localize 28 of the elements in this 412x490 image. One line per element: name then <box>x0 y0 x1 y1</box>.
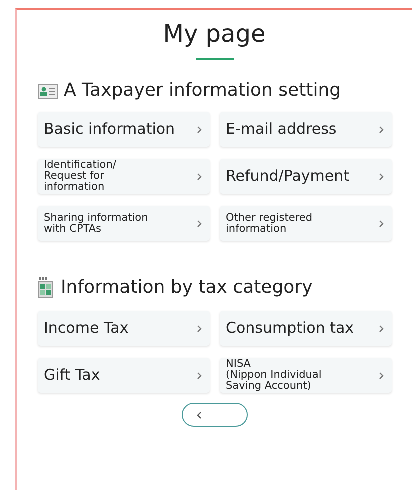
section-heading: Information by tax category <box>61 279 313 297</box>
menu-link[interactable]: Gift Tax <box>38 358 210 393</box>
section-heading: A Taxpayer information setting <box>64 82 342 100</box>
chevron-icon <box>379 172 384 180</box>
back-chevron-icon <box>196 412 202 418</box>
menu-link[interactable]: Identification/ Request for information <box>38 159 210 194</box>
chevron-icon <box>379 220 384 228</box>
chevron-icon <box>379 372 384 380</box>
menu-link[interactable]: Sharing information with CPTAs <box>38 206 210 241</box>
menu-link[interactable]: Consumption tax <box>220 311 392 346</box>
chevron-icon <box>197 172 202 180</box>
menu-link[interactable]: NISA (Nippon Individual Saving Account) <box>220 358 392 393</box>
menu-link[interactable]: Refund/Payment <box>220 159 392 194</box>
chevron-icon <box>197 220 202 228</box>
chevron-icon <box>379 126 384 134</box>
chevron-icon <box>379 324 384 332</box>
id-card-icon <box>38 84 58 98</box>
menu-link[interactable]: Basic information <box>38 112 210 147</box>
chevron-icon <box>197 324 202 332</box>
page-title: My page <box>163 22 266 46</box>
menu-link[interactable]: E-mail address <box>220 112 392 147</box>
menu-link[interactable]: Income Tax <box>38 311 210 346</box>
back-button[interactable] <box>182 403 248 427</box>
chevron-icon <box>197 126 202 134</box>
chevron-icon <box>197 372 202 380</box>
menu-link[interactable]: Other registered information <box>220 206 392 241</box>
tax-calculator-icon <box>38 277 55 299</box>
title-underline <box>196 58 234 60</box>
